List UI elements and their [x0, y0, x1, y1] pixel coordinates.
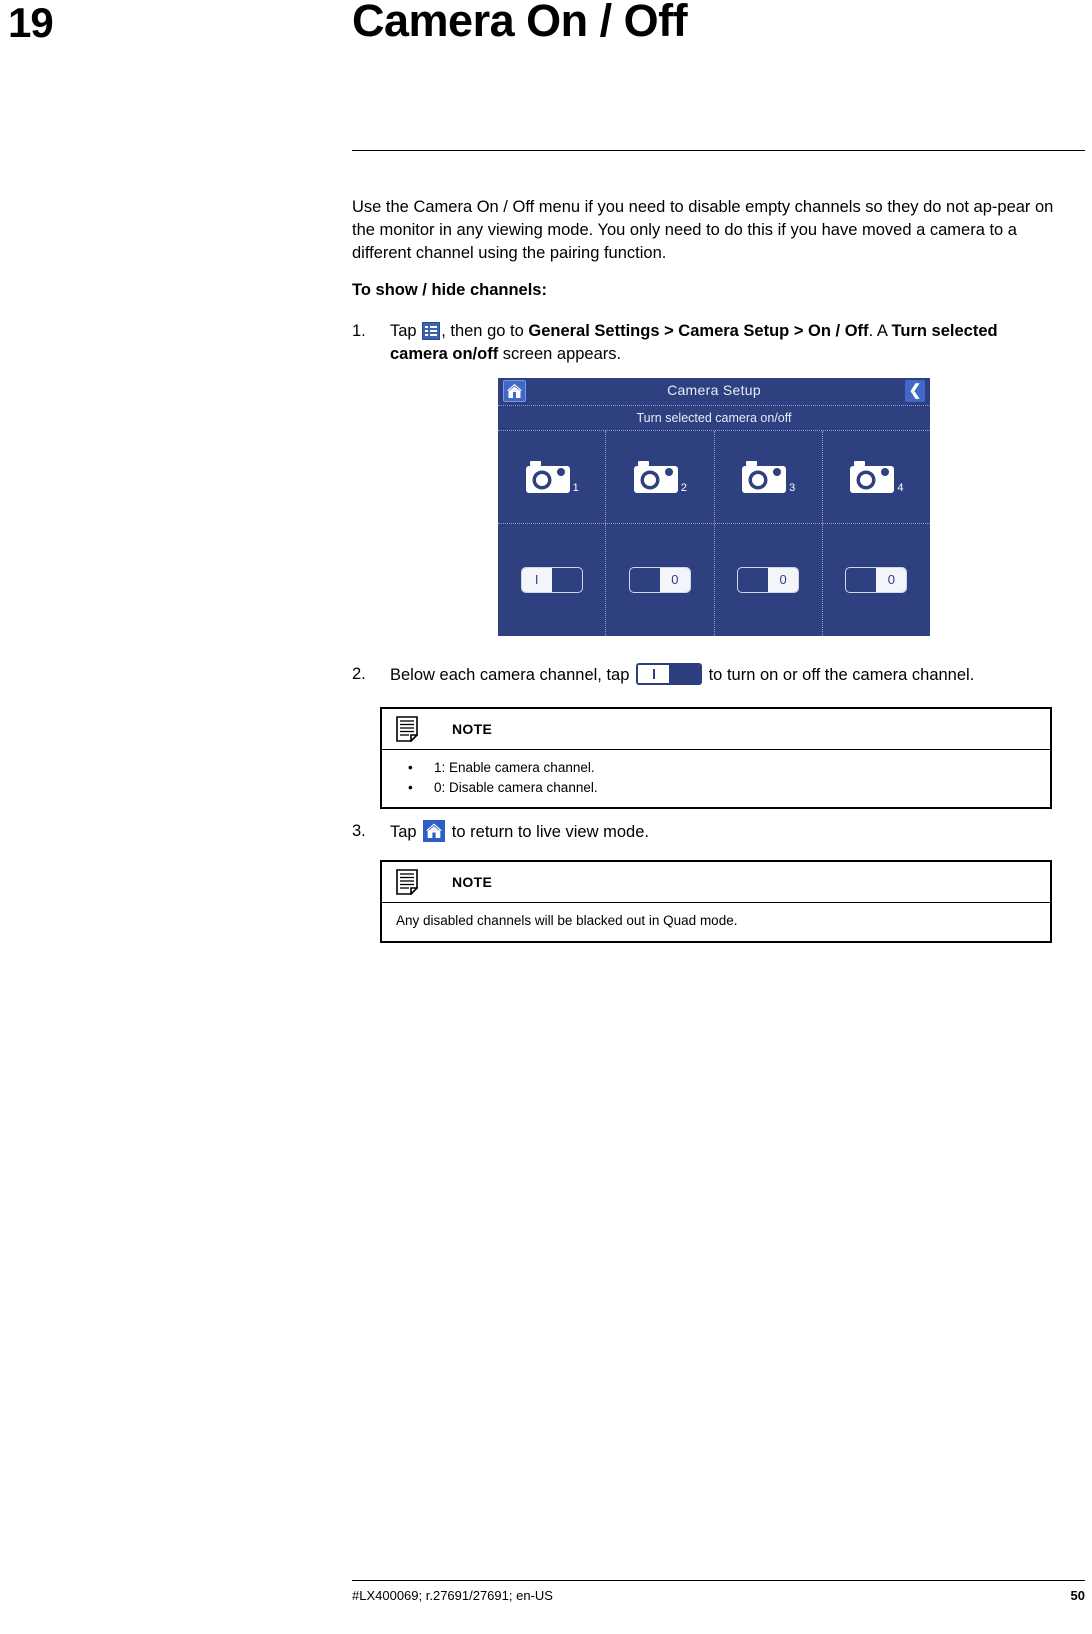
step-text-part1: Tap	[390, 321, 417, 340]
note-header: NOTE	[382, 862, 1050, 903]
step-item-3: 3. Tap to return to live view mode.	[352, 820, 1052, 844]
step-item-2: 2. Below each camera channel, tap to turn…	[352, 663, 1052, 687]
toggle-cell-4[interactable]: 0	[823, 524, 930, 636]
header-divider	[352, 150, 1085, 151]
device-header-bar: Camera Setup ❮	[498, 378, 930, 406]
toggle-cell-3[interactable]: 0	[715, 524, 823, 636]
note-bullet-list: 1: Enable camera channel. 0: Disable cam…	[396, 758, 1036, 797]
step-text-part4: screen appears.	[502, 345, 622, 364]
camera-cell-1[interactable]: 1	[498, 431, 607, 523]
camera-cell-2[interactable]: 2	[606, 431, 715, 523]
step-bold-path: General Settings > Camera Setup > On / O…	[528, 321, 869, 340]
camera-number: 4	[897, 482, 904, 494]
footer-document-id: #LX400069; r.27691/27691; en-US	[352, 1588, 553, 1603]
camera-icon	[525, 461, 570, 493]
camera-number: 2	[680, 482, 687, 494]
note-body: Any disabled channels will be blacked ou…	[382, 903, 1050, 941]
note-label: NOTE	[452, 721, 493, 737]
toggle-switch-icon[interactable]	[636, 663, 702, 685]
camera-icon-row: 1 2 3 4	[498, 431, 930, 523]
footer-divider	[352, 1580, 1085, 1581]
camera-icon	[742, 461, 787, 493]
note-header: NOTE	[382, 709, 1050, 750]
device-title: Camera Setup	[667, 382, 761, 398]
device-subtitle: Turn selected camera on/off	[498, 406, 930, 431]
note-box-2: NOTE Any disabled channels will be black…	[380, 860, 1052, 943]
step-text-part3: . A	[868, 321, 887, 340]
step-text-part1: Below each camera channel, tap	[390, 666, 630, 684]
menu-icon[interactable]	[422, 321, 441, 340]
device-screenshot: Camera Setup ❮ Turn selected camera on/o…	[498, 378, 930, 636]
toggle-cell-2[interactable]: 0	[606, 524, 715, 636]
steps-list-continued: 2. Below each camera channel, tap to turn…	[352, 663, 1052, 693]
toggle-switch-channel-4[interactable]: 0	[845, 567, 908, 593]
step-number: 3.	[352, 822, 366, 840]
toggle-switch-value: I	[521, 568, 552, 592]
step-text-part2: , then go to	[441, 321, 524, 340]
toggle-switch-channel-3[interactable]: 0	[737, 567, 800, 593]
intro-paragraph: Use the Camera On / Off menu if you need…	[352, 198, 1054, 262]
step-text-part2: to return to live view mode.	[451, 823, 649, 841]
step-number: 1.	[352, 321, 366, 340]
footer-page-number: 50	[1070, 1588, 1085, 1603]
home-icon[interactable]	[423, 820, 446, 842]
step-text-part2: to turn on or off the camera channel.	[708, 666, 975, 684]
steps-list-continued-2: 3. Tap to return to live view mode.	[352, 820, 1052, 850]
step-text-part1: Tap	[390, 823, 417, 841]
toggle-switch-row: I 0 0 0	[498, 523, 930, 636]
toggle-switch-channel-2[interactable]: 0	[628, 567, 691, 593]
note-bullet: 0: Disable camera channel.	[396, 778, 1036, 798]
camera-number: 3	[789, 482, 796, 494]
toggle-switch-value: 0	[659, 568, 690, 592]
note-body: 1: Enable camera channel. 0: Disable cam…	[382, 750, 1050, 807]
step-number: 2.	[352, 665, 366, 683]
section-subheading: To show / hide channels:	[352, 281, 547, 300]
note-box-1: NOTE 1: Enable camera channel. 0: Disabl…	[380, 707, 1052, 810]
toggle-switch-channel-1[interactable]: I	[520, 567, 583, 593]
chevron-left-icon[interactable]: ❮	[905, 380, 925, 402]
camera-cell-4[interactable]: 4	[823, 431, 930, 523]
step-item-1: 1. Tap , then go to General Settings > Ca…	[352, 320, 1052, 367]
toggle-knob	[638, 665, 669, 683]
note-document-icon	[396, 869, 419, 896]
chapter-number: 19	[8, 0, 54, 46]
note-bullet: 1: Enable camera channel.	[396, 758, 1036, 778]
content-column: Use the Camera On / Off menu if you need…	[352, 196, 1054, 373]
camera-icon	[850, 461, 895, 493]
page-title: Camera On / Off	[352, 0, 688, 46]
camera-number: 1	[572, 482, 579, 494]
steps-list: 1. Tap , then go to General Settings > Ca…	[352, 320, 1052, 367]
note-label: NOTE	[452, 874, 493, 890]
camera-icon	[633, 461, 678, 493]
toggle-cell-1[interactable]: I	[498, 524, 607, 636]
toggle-switch-value: 0	[876, 568, 907, 592]
toggle-switch-value: 0	[768, 568, 799, 592]
camera-cell-3[interactable]: 3	[715, 431, 823, 523]
note-text: Any disabled channels will be blacked ou…	[396, 913, 738, 928]
note-document-icon	[396, 716, 419, 743]
